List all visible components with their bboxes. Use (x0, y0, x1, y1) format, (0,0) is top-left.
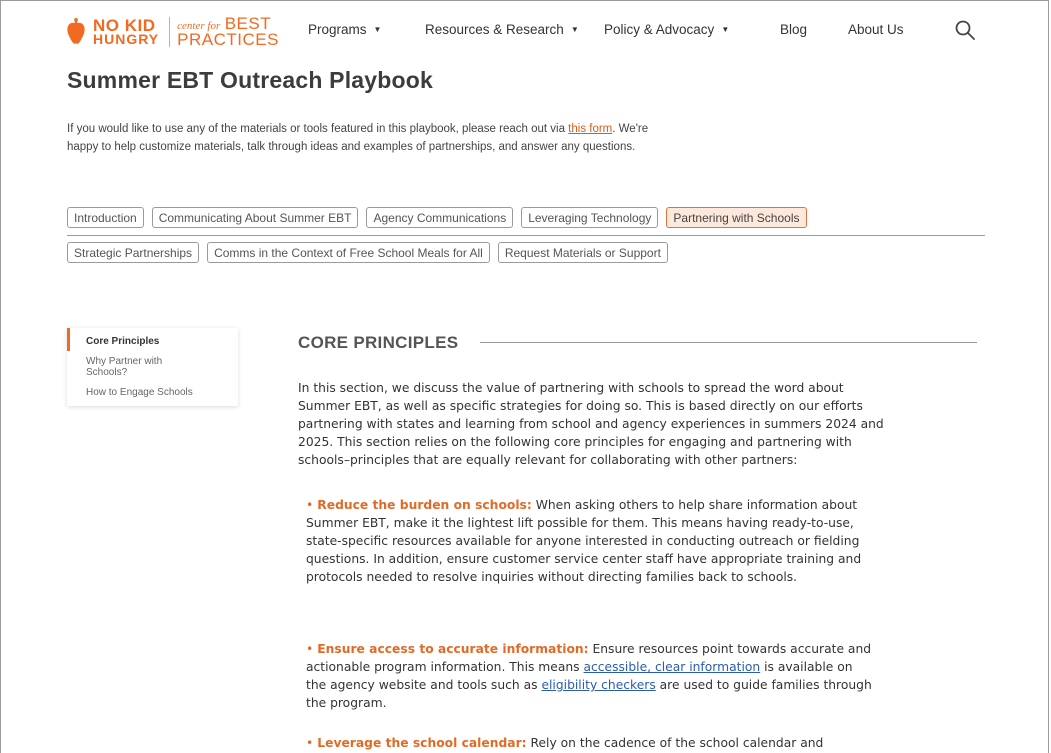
nav-programs-label: Programs (308, 22, 367, 37)
tabs-divider (67, 235, 985, 236)
section-paragraph: In this section, we discuss the value of… (298, 381, 884, 467)
nav-resources-research[interactable]: Resources & Research ▼ (425, 22, 579, 37)
logo-divider (169, 17, 171, 47)
section-heading-rule (480, 342, 977, 343)
nav-policy-label: Policy & Advocacy (604, 22, 715, 37)
logo-hungry: HUNGRY (93, 31, 160, 48)
nav-blog-label: Blog (780, 22, 808, 37)
intro-text: If you would like to use any of the mate… (67, 121, 657, 156)
list-item: • Reduce the burden on schools: When aski… (306, 496, 876, 586)
chevron-down-icon: ▼ (570, 25, 579, 34)
tab-partnering-with-schools[interactable]: Partnering with Schools (666, 207, 807, 228)
site-logo[interactable]: NO KID HUNGRY center for BEST PRACTICES (65, 14, 279, 50)
bullet-lead: Leverage the school calendar: (317, 736, 527, 750)
tab-comms-free-school-meals[interactable]: Comms in the Context of Free School Meal… (207, 242, 490, 263)
tab-strategic-partnerships[interactable]: Strategic Partnerships (67, 242, 200, 263)
list-item: • Leverage the school calendar: Rely on t… (306, 734, 876, 752)
chevron-down-icon: ▼ (721, 25, 730, 34)
nav-about-label: About Us (848, 22, 904, 37)
bullet-lead: Reduce the burden on schools: (317, 498, 532, 512)
bullet-text: Rely on the cadence of the school calend… (526, 736, 824, 750)
intro-before: If you would like to use any of the mate… (67, 123, 569, 135)
apple-logo-icon (67, 18, 85, 44)
tab-leveraging-technology[interactable]: Leveraging Technology (521, 207, 659, 228)
nav-about-us[interactable]: About Us (848, 22, 904, 37)
section-heading: CORE PRINCIPLES (298, 333, 459, 352)
page-title: Summer EBT Outreach Playbook (67, 67, 434, 93)
bullet-dot: • (306, 498, 314, 512)
search-icon[interactable] (954, 19, 976, 41)
tab-communicating-about-summer-ebt[interactable]: Communicating About Summer EBT (151, 207, 359, 228)
site-header: NO KID HUNGRY center for BEST PRACTICES … (0, 0, 1051, 62)
bullet-dot: • (306, 736, 314, 750)
eligibility-checkers-link[interactable]: eligibility checkers (541, 678, 655, 692)
sidebar-item-why-partner[interactable]: Why Partner with Schools? (86, 356, 196, 378)
section-sidebar: Core Principles Why Partner with Schools… (67, 328, 238, 406)
this-form-link[interactable]: this form (568, 123, 612, 135)
tab-agency-communications[interactable]: Agency Communications (366, 207, 514, 228)
nav-policy-advocacy[interactable]: Policy & Advocacy ▼ (604, 22, 729, 37)
nav-programs[interactable]: Programs ▼ (308, 22, 381, 37)
bullet-dot: • (306, 642, 314, 656)
accessible-info-link[interactable]: accessible, clear information (584, 660, 761, 674)
logo-practices: PRACTICES (177, 30, 279, 50)
sidebar-item-how-to-engage[interactable]: How to Engage Schools (86, 387, 193, 398)
tabs-row-2: Strategic Partnerships Comms in the Cont… (67, 242, 668, 263)
sidebar-active-indicator (67, 328, 70, 351)
nav-resources-label: Resources & Research (425, 22, 564, 37)
tabs-row-1: Introduction Communicating About Summer … (67, 207, 807, 228)
sidebar-item-core-principles[interactable]: Core Principles (86, 336, 159, 347)
tab-request-materials[interactable]: Request Materials or Support (497, 242, 668, 263)
no-kid-hungry-wordmark: NO KID HUNGRY (93, 17, 160, 48)
list-item: • Ensure access to accurate information: … (306, 640, 876, 712)
chevron-down-icon: ▼ (373, 25, 382, 34)
nav-blog[interactable]: Blog (780, 22, 807, 37)
bullet-lead: Ensure access to accurate information: (317, 642, 589, 656)
center-for-best-practices-wordmark: center for BEST PRACTICES (177, 15, 279, 50)
tab-introduction[interactable]: Introduction (67, 207, 144, 228)
